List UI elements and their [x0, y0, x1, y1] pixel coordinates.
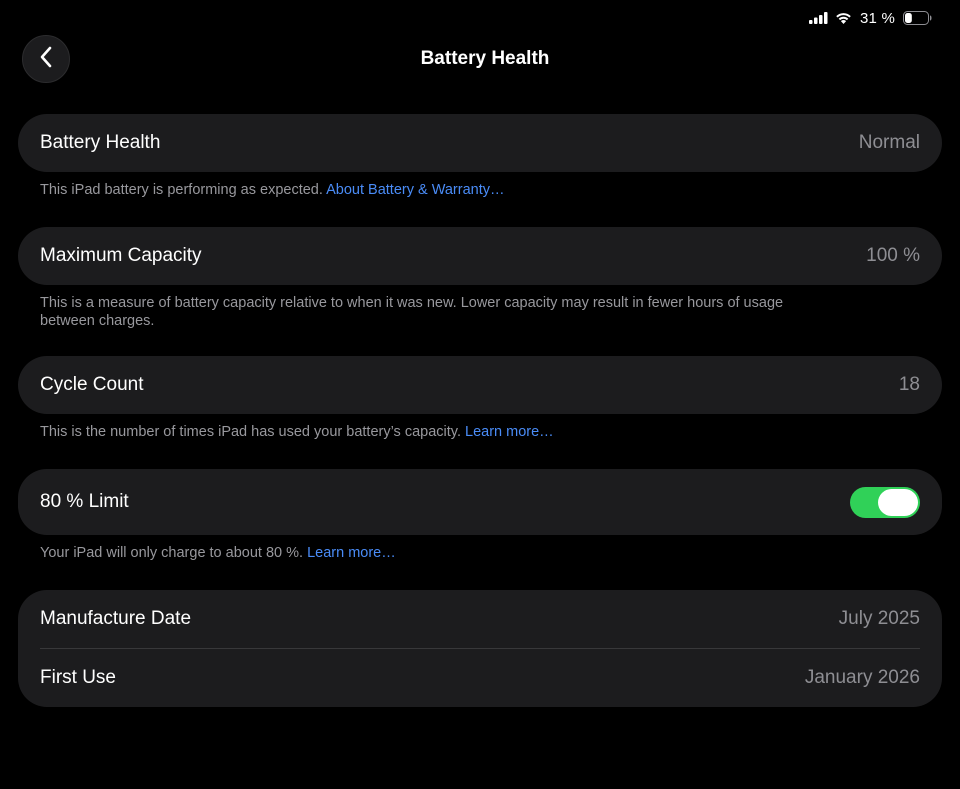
cycle-count-value: 18: [898, 374, 920, 395]
battery-health-value: Normal: [858, 132, 920, 153]
first-use-value: January 2026: [804, 667, 920, 688]
battery-health-label: Battery Health: [40, 132, 161, 153]
wifi-icon: [835, 12, 852, 24]
battery-health-footnote: This iPad battery is performing as expec…: [40, 181, 840, 199]
about-battery-warranty-link[interactable]: About Battery & Warranty…: [326, 182, 504, 198]
cellular-signal-icon: [809, 12, 829, 24]
first-use-label: First Use: [40, 667, 116, 688]
battery-icon: [903, 11, 932, 25]
charge-limit-footnote-text: Your iPad will only charge to about 80 %…: [40, 545, 304, 561]
charge-limit-label: 80 % Limit: [40, 491, 129, 512]
cycle-count-footnote: This is the number of times iPad has use…: [40, 423, 840, 441]
manufacture-date-label: Manufacture Date: [40, 608, 192, 629]
status-bar: 31 %: [809, 8, 932, 28]
battery-percentage: 31 %: [860, 9, 895, 27]
battery-health-footnote-text: This iPad battery is performing as expec…: [40, 182, 323, 198]
cycle-count-learn-more-link[interactable]: Learn more…: [465, 424, 554, 440]
charge-limit-row: 80 % Limit: [18, 469, 942, 535]
charge-limit-learn-more-link[interactable]: Learn more…: [307, 545, 396, 561]
manufacture-date-value: July 2025: [838, 608, 920, 629]
page-title: Battery Health: [420, 48, 550, 69]
charge-limit-footnote: Your iPad will only charge to about 80 %…: [40, 544, 840, 562]
toggle-knob: [878, 488, 918, 516]
cycle-count-footnote-text: This is the number of times iPad has use…: [40, 424, 461, 440]
battery-health-row: Battery Health Normal: [18, 114, 942, 172]
charge-limit-toggle[interactable]: [850, 486, 920, 518]
cycle-count-label: Cycle Count: [40, 374, 144, 395]
maximum-capacity-value: 100 %: [866, 245, 920, 266]
maximum-capacity-row: Maximum Capacity 100 %: [18, 227, 942, 285]
dates-group: Manufacture Date July 2025 First Use Jan…: [18, 590, 942, 707]
maximum-capacity-footnote: This is a measure of battery capacity re…: [40, 295, 784, 329]
cycle-count-row: Cycle Count 18: [18, 356, 942, 414]
maximum-capacity-label: Maximum Capacity: [40, 245, 202, 266]
